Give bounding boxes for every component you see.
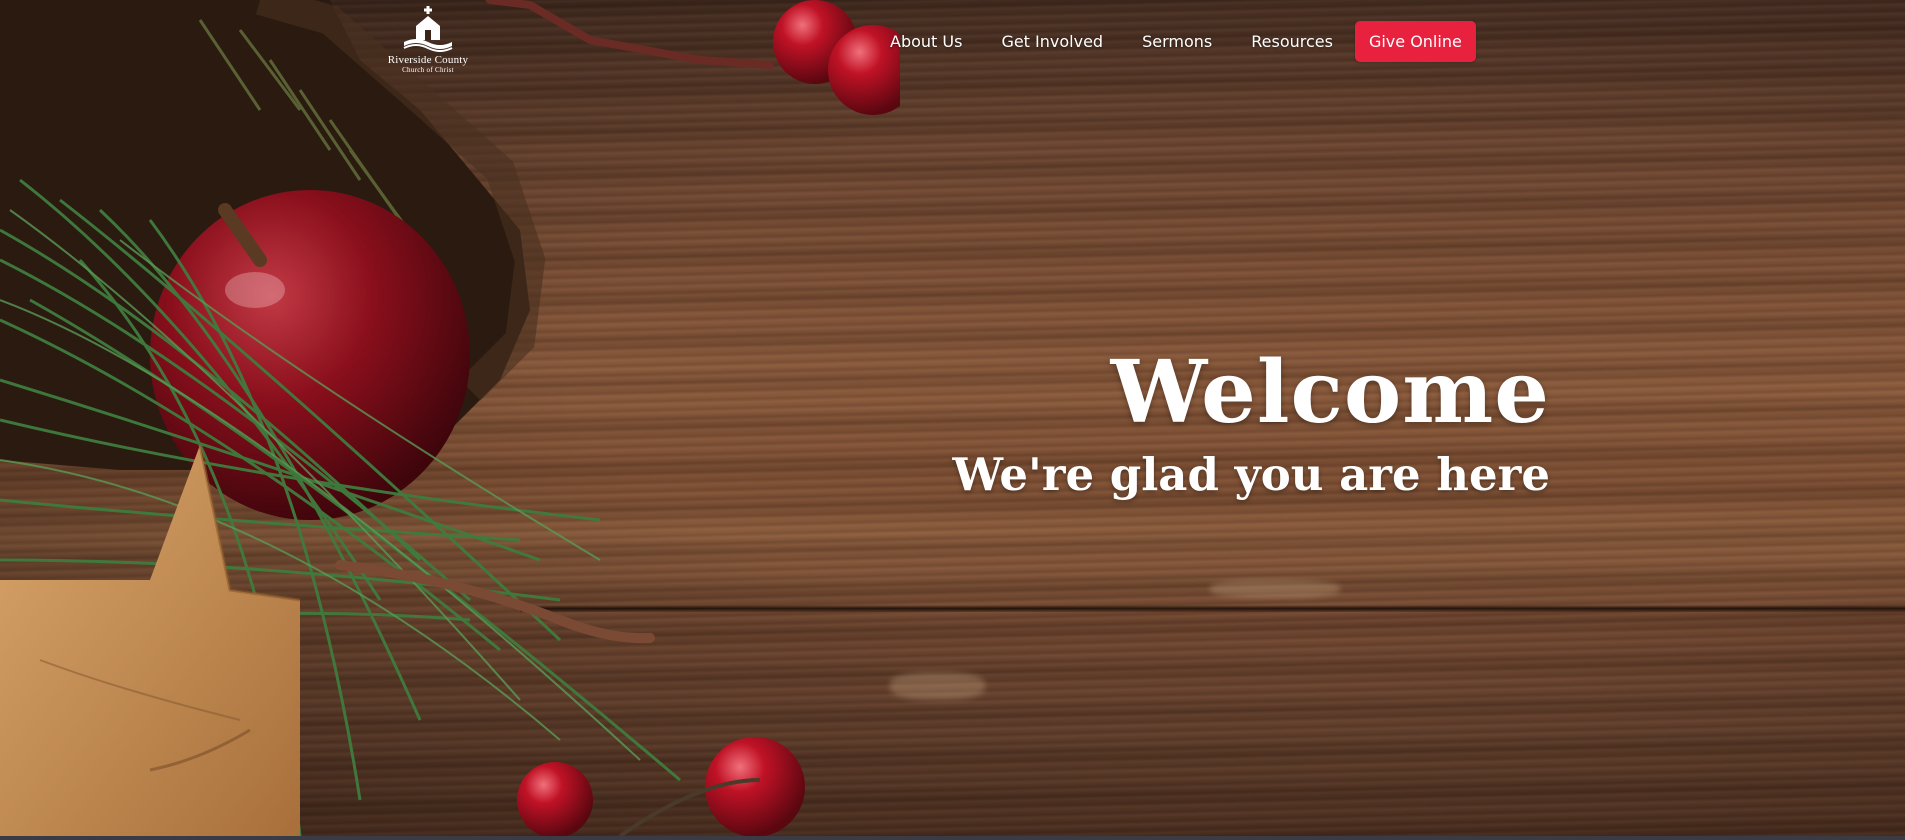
main-navigation: About Us Get Involved Sermons Resources … [890,21,1476,62]
wood-wear-mark [1210,580,1340,598]
nav-get-involved[interactable]: Get Involved [1001,32,1103,51]
hero-section: Riverside County Church of Christ About … [0,0,1905,836]
hero-subtitle: We're glad you are here [952,448,1550,501]
hero-title: Welcome [1110,342,1550,443]
wood-wear-mark [890,672,985,700]
nav-about-us[interactable]: About Us [890,32,962,51]
logo-subtitle: Church of Christ [402,66,454,74]
nav-sermons[interactable]: Sermons [1142,32,1212,51]
church-logo-icon [403,6,453,52]
nav-resources[interactable]: Resources [1251,32,1333,51]
give-online-button[interactable]: Give Online [1354,21,1476,62]
hero-text: Welcome We're glad you are here [952,345,1550,503]
festive-decoration-image [0,0,900,836]
logo-title: Riverside County [387,54,469,66]
church-logo[interactable]: Riverside County Church of Christ [368,4,488,78]
bottom-edge-bar [0,836,1905,840]
